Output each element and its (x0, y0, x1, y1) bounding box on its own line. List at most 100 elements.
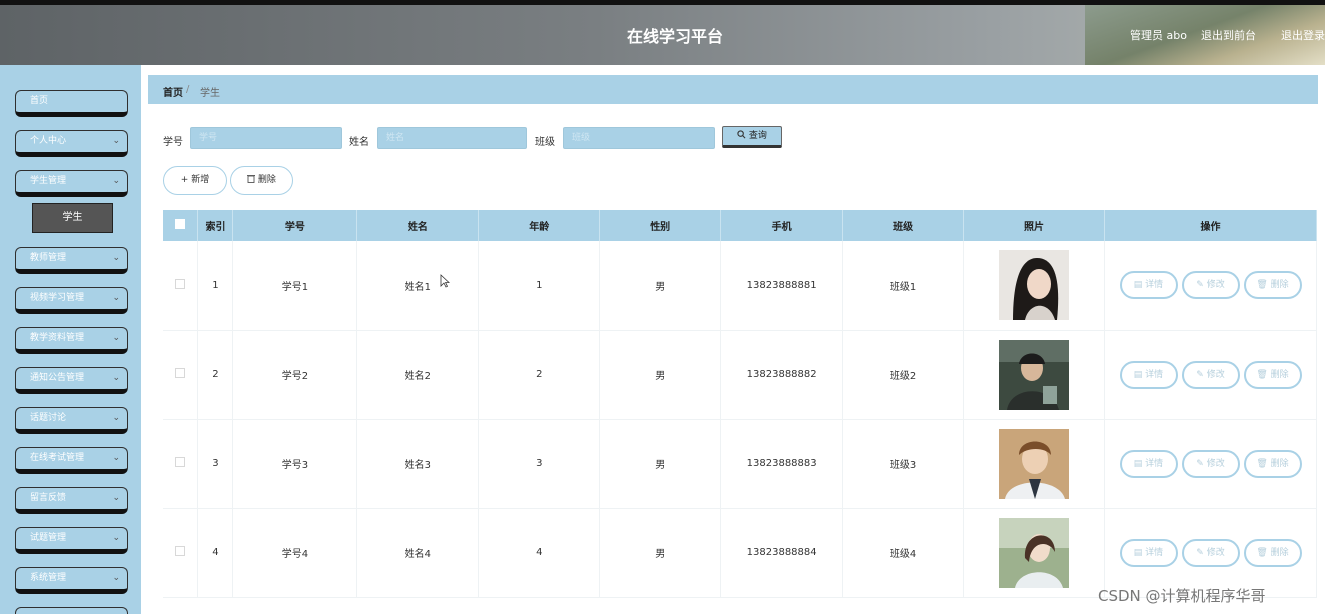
column-header-phone: 手机 (720, 210, 844, 241)
column-header-class: 班级 (842, 210, 965, 241)
chevron-down-icon: ⌄ (112, 333, 120, 343)
sidebar-item-notices[interactable]: 通知公告管理 ⌄ (15, 367, 128, 394)
cell-student-no: 学号2 (232, 330, 358, 420)
detail-button[interactable]: ▤ 详情 (1119, 271, 1178, 300)
detail-button[interactable]: ▤ 详情 (1119, 538, 1178, 567)
delete-button[interactable]: 🗑 删除 (1243, 271, 1302, 300)
sidebar-item-feedback[interactable]: 留言反馈 ⌄ (15, 487, 128, 514)
sidebar-subitem-student[interactable]: 学生 (32, 203, 113, 233)
plus-icon: + (180, 175, 189, 185)
sidebar-item-videos[interactable]: 视频学习管理 ⌄ (15, 287, 128, 314)
sidebar-item-teachers[interactable]: 教师管理 ⌄ (15, 247, 128, 274)
edit-button-label: 修改 (1206, 547, 1225, 558)
student-no-input[interactable] (190, 127, 342, 149)
sidebar-item-home[interactable]: 首页 (15, 90, 128, 117)
column-header-index: 索引 (197, 210, 234, 241)
sidebar-item-materials[interactable]: 教学资料管理 ⌄ (15, 327, 128, 354)
cell-actions: ▤ 详情 ✎ 修改 🗑 删除 (1104, 330, 1317, 420)
column-header-name: 姓名 (356, 210, 480, 241)
sidebar-item-label: 学生管理 (30, 176, 67, 186)
edit-button-label: 修改 (1206, 458, 1225, 469)
edit-button[interactable]: ✎ 修改 (1181, 538, 1240, 567)
column-header-student-no: 学号 (232, 210, 358, 241)
chevron-down-icon: ⌄ (112, 293, 120, 303)
sidebar-item-label: 留言反馈 (30, 493, 67, 503)
edit-button[interactable]: ✎ 修改 (1181, 271, 1240, 300)
cell-gender: 男 (599, 330, 722, 420)
cell-age: 1 (478, 241, 601, 331)
breadcrumb: 首页 / 学生 (148, 75, 1318, 104)
name-input[interactable] (377, 127, 527, 149)
cell-index: 2 (197, 330, 234, 420)
delete-button-label: 删除 (1270, 547, 1289, 558)
detail-button[interactable]: ▤ 详情 (1119, 449, 1178, 478)
sidebar-item-questions[interactable]: 试题管理 ⌄ (15, 527, 128, 554)
sidebar-item-students[interactable]: 学生管理 ⌄ (15, 170, 128, 197)
cell-name: 姓名1 (356, 241, 480, 331)
cell-student-no: 学号3 (232, 419, 358, 509)
cell-name: 姓名2 (356, 330, 480, 420)
cell-phone: 13823888882 (720, 330, 844, 420)
detail-button[interactable]: ▤ 详情 (1119, 360, 1178, 389)
cell-class: 班级3 (842, 419, 965, 509)
student-no-label: 学号 (163, 137, 183, 148)
delete-button[interactable]: 🗑 删除 (1243, 360, 1302, 389)
delete-button[interactable]: 🗑 删除 (1243, 538, 1302, 567)
cell-index: 4 (197, 508, 234, 598)
edit-button-label: 修改 (1206, 280, 1225, 291)
row-checkbox[interactable] (175, 278, 186, 289)
cell-class: 班级1 (842, 241, 965, 331)
bulk-delete-button-label: 删除 (257, 175, 276, 185)
row-checkbox[interactable] (175, 457, 186, 467)
chevron-down-icon: ⌄ (112, 533, 120, 543)
column-header-age: 年龄 (478, 210, 601, 241)
delete-button-label: 删除 (1270, 369, 1289, 380)
column-header-actions: 操作 (1104, 210, 1317, 241)
sidebar-item-more[interactable] (15, 607, 128, 614)
sidebar-item-discussion[interactable]: 话题讨论 ⌄ (15, 407, 128, 434)
delete-button[interactable]: 🗑 删除 (1243, 449, 1302, 478)
row-checkbox[interactable] (175, 546, 186, 556)
cell-class: 班级4 (842, 508, 965, 598)
cell-index: 3 (197, 419, 234, 509)
table-row: 4 学号4 姓名4 4 男 13823888884 班级4 ▤ 详情 ✎ 修改 🗑 … (163, 508, 1317, 598)
delete-button-label: 删除 (1270, 458, 1289, 469)
sidebar-item-profile[interactable]: 个人中心 ⌄ (15, 130, 128, 157)
row-checkbox[interactable] (175, 368, 186, 378)
class-input[interactable] (563, 127, 715, 149)
search-button[interactable]: 查询 (722, 126, 782, 148)
cell-photo (963, 508, 1105, 598)
breadcrumb-home[interactable]: 首页 (163, 84, 183, 99)
sidebar-item-label: 视频学习管理 (30, 293, 85, 303)
to-front-link[interactable]: 退出到前台 (1201, 27, 1256, 43)
name-label: 姓名 (349, 137, 369, 148)
chevron-down-icon: ⌄ (112, 413, 120, 423)
edit-button[interactable]: ✎ 修改 (1181, 449, 1240, 478)
detail-button-label: 详情 (1145, 547, 1164, 558)
table-header-row: 索引 学号 姓名 年龄 性别 手机 班级 照片 操作 (163, 210, 1317, 241)
cell-actions: ▤ 详情 ✎ 修改 🗑 删除 (1104, 419, 1317, 509)
cell-phone: 13823888881 (720, 241, 844, 331)
sidebar-item-label: 话题讨论 (30, 413, 67, 423)
breadcrumb-separator: / (186, 84, 190, 95)
search-button-label: 查询 (748, 131, 767, 141)
sidebar-item-label: 系统管理 (30, 573, 67, 583)
cell-class: 班级2 (842, 330, 965, 420)
sidebar-item-system[interactable]: 系统管理 ⌄ (15, 567, 128, 594)
cell-phone: 13823888884 (720, 508, 844, 598)
cell-gender: 男 (599, 419, 722, 509)
sidebar: 首页 个人中心 ⌄ 学生管理 ⌄ 学生 教师管理 ⌄ 视频学习管理 ⌄ 教学资料… (0, 65, 141, 614)
cell-age: 2 (478, 330, 601, 420)
cell-gender: 男 (599, 241, 722, 331)
cell-index: 1 (197, 241, 234, 331)
select-all-checkbox[interactable] (175, 219, 186, 229)
add-button[interactable]: + 新增 (163, 166, 227, 195)
edit-button[interactable]: ✎ 修改 (1181, 360, 1240, 389)
bulk-delete-button[interactable]: 删除 (230, 166, 293, 195)
sidebar-item-exams[interactable]: 在线考试管理 ⌄ (15, 447, 128, 474)
chevron-down-icon: ⌄ (112, 493, 120, 503)
logout-link[interactable]: 退出登录 (1281, 27, 1325, 43)
sidebar-item-label: 教师管理 (30, 253, 67, 263)
cell-age: 4 (478, 508, 601, 598)
cell-student-no: 学号4 (232, 508, 358, 598)
